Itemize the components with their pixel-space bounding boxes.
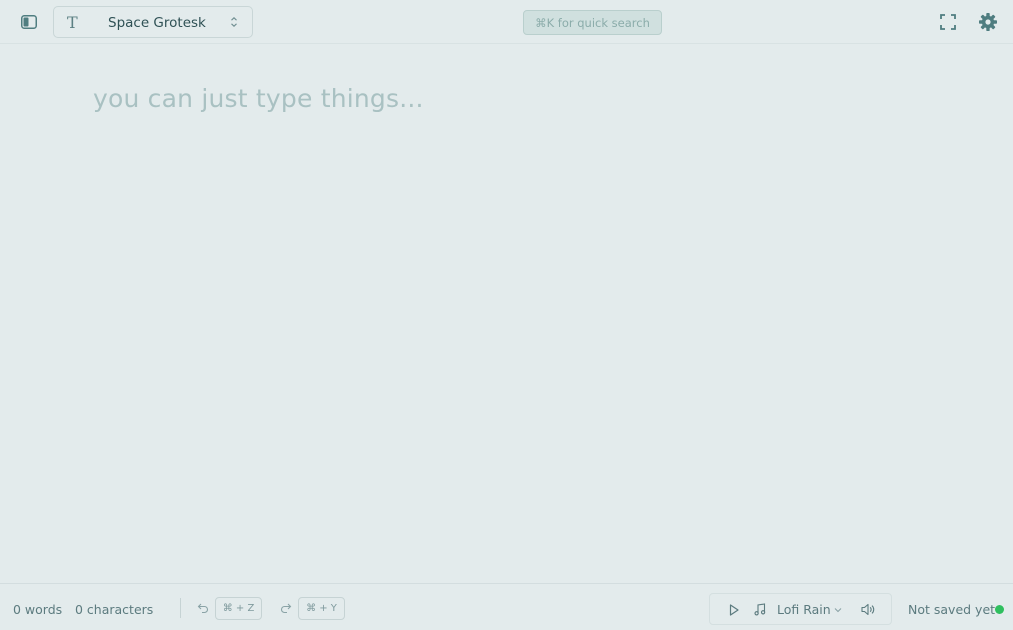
font-select[interactable]: T Space Grotesk xyxy=(53,6,253,38)
word-count: 0 words xyxy=(13,602,63,617)
chevron-up-down-icon xyxy=(231,17,237,27)
sidebar-panel-icon xyxy=(21,15,37,29)
settings-button[interactable] xyxy=(978,12,998,32)
music-note-icon xyxy=(754,603,766,616)
ambient-player: Lofi Rain xyxy=(709,593,892,625)
character-count: 0 characters xyxy=(75,602,154,617)
undo-icon[interactable] xyxy=(197,602,209,614)
divider xyxy=(180,598,181,618)
gear-icon xyxy=(979,13,997,31)
redo-shortcut: ⌘ + Y xyxy=(298,597,345,620)
type-icon: T xyxy=(67,13,78,32)
save-status-indicator xyxy=(995,605,1004,614)
play-icon[interactable] xyxy=(729,604,739,616)
redo-icon[interactable] xyxy=(280,602,292,614)
editor-placeholder: you can just type things... xyxy=(93,84,424,113)
quick-search-button[interactable]: ⌘K for quick search xyxy=(523,10,662,35)
text-editor[interactable]: you can just type things... xyxy=(93,84,953,564)
top-toolbar: T Space Grotesk ⌘K for quick search xyxy=(0,0,1013,44)
save-status: Not saved yet xyxy=(908,602,996,617)
font-name: Space Grotesk xyxy=(108,15,206,31)
status-bar: 0 words 0 characters ⌘ + Z ⌘ + Y Lofi Ra… xyxy=(0,583,1013,630)
volume-icon[interactable] xyxy=(861,603,875,616)
fullscreen-button[interactable] xyxy=(939,13,957,31)
sidebar-toggle-button[interactable] xyxy=(19,12,39,32)
undo-shortcut: ⌘ + Z xyxy=(215,597,262,620)
expand-icon xyxy=(940,14,956,30)
chevron-down-icon[interactable] xyxy=(834,607,842,613)
track-select[interactable]: Lofi Rain xyxy=(777,602,831,617)
